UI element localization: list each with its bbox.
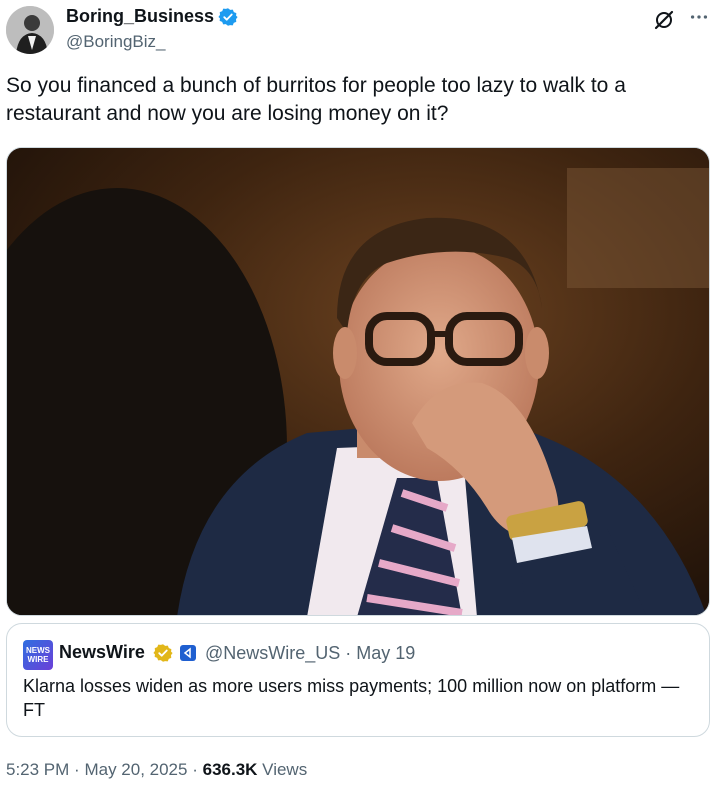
tweet-footer: 5:23 PM · May 20, 2025 · 636.3K Views	[6, 760, 307, 780]
gold-verified-badge-icon	[153, 644, 173, 662]
separator: ·	[74, 760, 80, 779]
author-avatar[interactable]	[6, 6, 54, 54]
more-options-icon[interactable]	[688, 6, 710, 28]
affiliate-badge-icon	[180, 645, 196, 661]
views-label: Views	[262, 760, 308, 779]
tweet-time[interactable]: 5:23 PM	[6, 760, 69, 779]
quoted-tweet[interactable]: NEWS WIRE NewsWire @NewsWire_US · May 19…	[6, 623, 710, 737]
tweet-photo[interactable]	[6, 147, 710, 616]
tweet-header: Boring_Business @BoringBiz_	[0, 0, 716, 60]
quoted-author-name[interactable]: NewsWire	[59, 642, 145, 663]
tweet-date[interactable]: May 20, 2025	[84, 760, 187, 779]
verified-badge-icon	[218, 7, 238, 26]
quoted-text: Klarna losses widen as more users miss p…	[23, 676, 680, 720]
author-name[interactable]: Boring_Business	[66, 6, 214, 27]
quoted-handle-date: @NewsWire_US · May 19	[205, 643, 416, 663]
views-count[interactable]: 636.3K	[203, 760, 258, 779]
separator: ·	[192, 760, 198, 779]
grok-icon[interactable]	[652, 8, 676, 32]
quoted-avatar[interactable]: NEWS WIRE	[23, 640, 53, 670]
author-handle[interactable]: @BoringBiz_	[66, 32, 165, 52]
tweet-text: So you financed a bunch of burritos for …	[6, 74, 626, 125]
